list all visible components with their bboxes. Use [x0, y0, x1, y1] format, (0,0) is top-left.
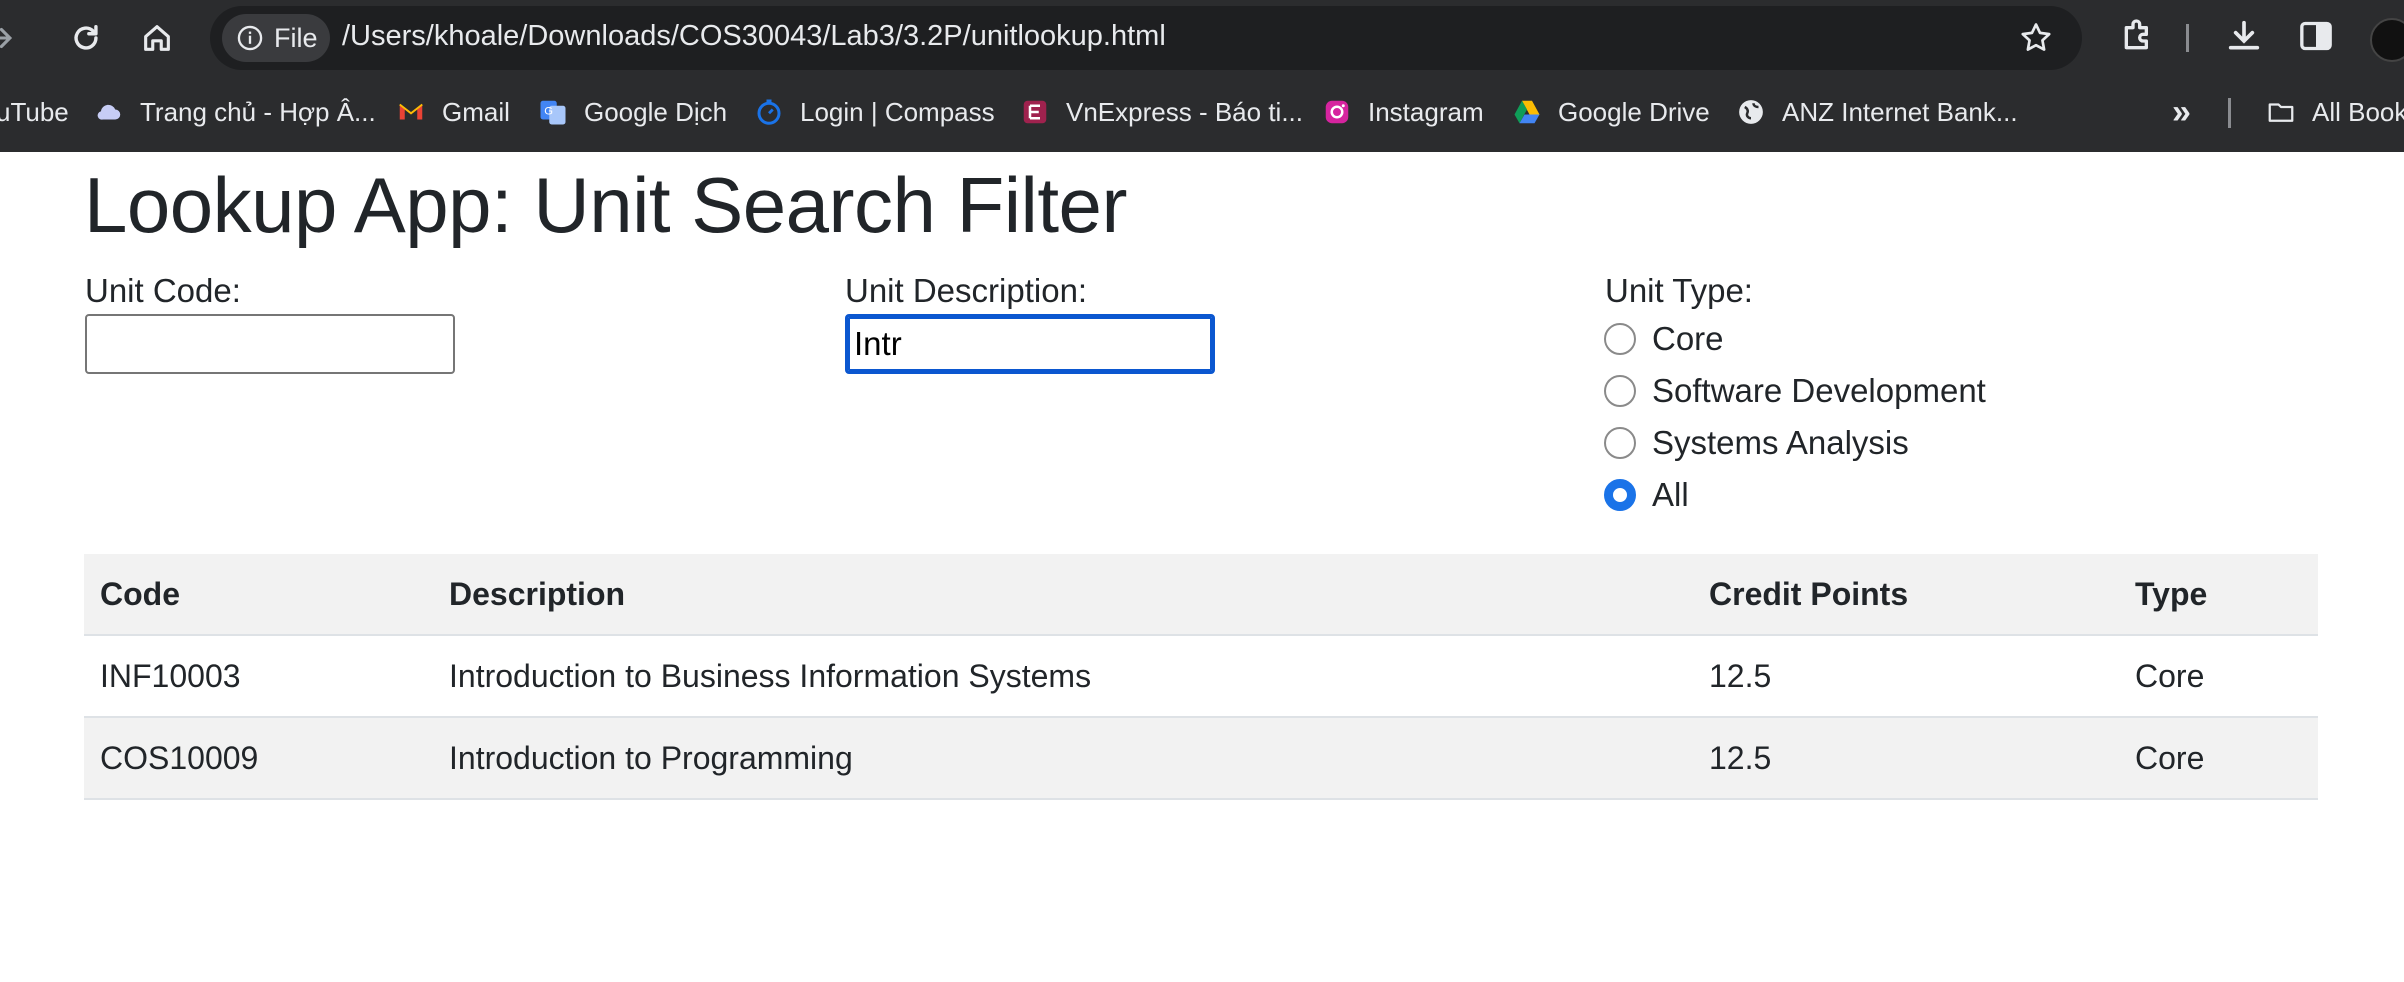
bookmark-label: Login | Compass [800, 96, 995, 127]
overflow-icon: » [2172, 92, 2191, 131]
bookmark-label: VnExpress - Báo ti... [1066, 96, 1303, 127]
bookmark-label: uTube [0, 96, 69, 127]
radio-button-selected[interactable] [1604, 479, 1636, 511]
extensions-icon[interactable] [2118, 16, 2158, 56]
side-panel-icon[interactable] [2296, 16, 2336, 56]
unit-description-label: Unit Description: [845, 272, 1088, 309]
cell-description: Introduction to Programming [449, 739, 853, 776]
page-title: Lookup App: Unit Search Filter [84, 161, 1127, 249]
google-translate-icon: G [540, 100, 566, 125]
bookmark-item-instagram[interactable]: Instagram [1322, 88, 1484, 136]
folder-icon [2268, 103, 2294, 122]
unit-description-input[interactable] [845, 314, 1215, 374]
home-icon[interactable] [131, 12, 183, 64]
column-header-type: Type [2135, 575, 2208, 612]
cell-credit-points: 12.5 [1709, 739, 1772, 776]
reload-icon[interactable] [60, 12, 112, 64]
column-header-code: Code [100, 575, 180, 612]
table-row: COS10009 Introduction to Programming 12.… [84, 718, 2318, 800]
table-header-row: Code Description Credit Points Type [84, 554, 2318, 636]
all-bookmarks-label: All Book [2312, 96, 2404, 127]
bookmark-item-compass[interactable]: Login | Compass [754, 88, 995, 136]
cell-code: COS10009 [100, 739, 259, 776]
cell-type: Core [2135, 657, 2205, 694]
bookmark-item-trang-chu[interactable]: Trang chủ - Hợp Â... [94, 88, 376, 136]
site-chip-label: File [274, 22, 318, 53]
radio-option-all[interactable]: All [1604, 475, 1689, 515]
bookmark-label: Google Dịch [584, 96, 728, 127]
radio-label: Core [1652, 320, 1724, 357]
bookmark-label: ANZ Internet Bank... [1782, 96, 2018, 127]
url-text[interactable]: /Users/khoale/Downloads/COS30043/Lab3/3.… [342, 20, 1166, 53]
bookmark-item-youtube[interactable]: uTube [0, 88, 69, 136]
info-icon [237, 25, 263, 51]
radio-button[interactable] [1604, 375, 1636, 407]
bookmark-item-google-dich[interactable]: G Google Dịch [538, 88, 727, 136]
radio-option-systems-analysis[interactable]: Systems Analysis [1604, 423, 1909, 463]
radio-button[interactable] [1604, 323, 1636, 355]
globe-icon [1739, 100, 1763, 124]
profile-avatar[interactable] [2370, 18, 2404, 62]
all-bookmarks-button[interactable]: All Book [2266, 88, 2404, 136]
unit-type-label: Unit Type: [1605, 272, 1753, 309]
svg-text:G: G [544, 106, 553, 118]
radio-label: Software Development [1652, 372, 1986, 409]
bookmark-label: Gmail [442, 96, 510, 127]
bookmark-label: Instagram [1368, 96, 1484, 127]
bookmark-item-gmail[interactable]: Gmail [396, 88, 510, 136]
radio-option-core[interactable]: Core [1604, 319, 1724, 359]
cell-credit-points: 12.5 [1709, 657, 1772, 694]
bookmark-label: Google Drive [1558, 96, 1710, 127]
cell-code: INF10003 [100, 657, 241, 694]
bookmarks-bar: uTube Trang chủ - Hợp Â... Gmail G Googl… [0, 88, 2404, 136]
toolbar-divider [2186, 24, 2189, 52]
bookmark-item-anz[interactable]: ANZ Internet Bank... [1736, 88, 2018, 136]
bookmark-item-google-drive[interactable]: Google Drive [1512, 88, 1710, 136]
radio-label: All [1652, 476, 1689, 513]
compass-icon [757, 99, 781, 125]
radio-label: Systems Analysis [1652, 424, 1909, 461]
bookmark-item-vnexpress[interactable]: VnExpress - Báo ti... [1020, 88, 1303, 136]
unit-code-input[interactable] [85, 314, 455, 374]
radio-button[interactable] [1604, 427, 1636, 459]
cell-description: Introduction to Business Information Sys… [449, 657, 1092, 694]
table-row: INF10003 Introduction to Business Inform… [84, 636, 2318, 718]
cell-type: Core [2135, 739, 2205, 776]
bookmarks-overflow-button[interactable]: » [2172, 88, 2191, 136]
site-info-chip[interactable]: File [222, 14, 330, 62]
gmail-icon [399, 103, 423, 120]
bookmark-star-icon[interactable] [2018, 20, 2054, 56]
google-drive-icon [1514, 100, 1540, 124]
browser-chrome: File /Users/khoale/Downloads/COS30043/La… [0, 0, 2404, 152]
vnexpress-icon [1023, 100, 1047, 124]
radio-option-software-development[interactable]: Software Development [1604, 371, 1986, 411]
forward-icon[interactable] [0, 12, 26, 64]
units-table: Code Description Credit Points Type INF1… [84, 554, 2318, 800]
column-header-credit-points: Credit Points [1709, 575, 1909, 612]
instagram-icon [1325, 100, 1349, 124]
address-bar[interactable]: File /Users/khoale/Downloads/COS30043/La… [210, 6, 2082, 70]
unit-code-label: Unit Code: [85, 272, 241, 309]
cloud-icon [97, 104, 121, 120]
download-icon[interactable] [2224, 16, 2264, 56]
bookmark-label: Trang chủ - Hợp Â... [140, 96, 376, 127]
column-header-description: Description [449, 575, 626, 612]
bookmarks-divider [2228, 98, 2231, 128]
